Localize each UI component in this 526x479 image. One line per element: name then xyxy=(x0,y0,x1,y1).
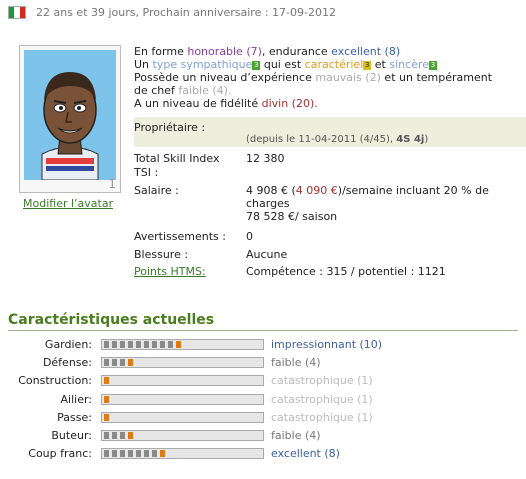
italy-flag-icon xyxy=(8,6,26,19)
avatar-frame: 1 xyxy=(19,45,121,193)
skill-bar-segment xyxy=(104,413,109,421)
skill-bar-segment xyxy=(152,341,157,348)
skill-bar-segment xyxy=(128,432,133,439)
caractere-value-link[interactable]: caractériel xyxy=(305,58,364,71)
injury-value: Aucune xyxy=(246,248,288,261)
skill-bar xyxy=(101,357,264,369)
skill-bar xyxy=(101,393,264,405)
skill-bar-segment xyxy=(128,341,133,348)
skill-bar-segment xyxy=(152,450,157,458)
skill-level-link[interactable]: impressionnant (10) xyxy=(271,338,382,351)
skill-bar xyxy=(101,430,264,441)
skill-bar-segment xyxy=(144,450,149,458)
skill-name: Passe: xyxy=(57,410,92,424)
owner-block: Propriétaire : (depuis le 11-04-2011 (4/… xyxy=(134,117,526,147)
htms-value: Compétence : 315 / potentiel : 1121 xyxy=(246,265,446,278)
skill-bar-segment xyxy=(136,450,141,458)
skill-name: Défense: xyxy=(42,356,92,370)
skill-bar-segment xyxy=(176,341,181,348)
skill-level-link[interactable]: faible (4) xyxy=(271,356,321,369)
skill-bar xyxy=(101,411,264,423)
fidelity-line: A un niveau de fidélité divin (20). xyxy=(134,97,318,110)
experience-value-link[interactable]: mauvais xyxy=(315,71,361,84)
age-text: 22 ans et 39 jours, Prochain anniversair… xyxy=(36,6,336,19)
leadership-value-link[interactable]: faible xyxy=(178,84,208,97)
experience-line: Possède un niveau d’expérience mauvais (… xyxy=(134,71,493,84)
edit-avatar-link[interactable]: Modifier l’avatar xyxy=(23,197,113,210)
leadership-line: de chef faible (4). xyxy=(134,84,232,97)
fidelity-value-link[interactable]: divin xyxy=(262,97,289,110)
skill-bar-segment xyxy=(104,432,109,439)
tsi-short-label: TSI : xyxy=(134,166,159,179)
htms-points-link[interactable]: Points HTMS: xyxy=(134,265,206,278)
skill-bar-segment xyxy=(120,450,125,458)
skill-bar-segment xyxy=(144,341,149,348)
skill-bar-segment xyxy=(104,359,109,367)
owner-label: Propriétaire : xyxy=(134,121,206,134)
skill-level-link[interactable]: catastrophique (1) xyxy=(271,411,373,424)
salary-label: Salaire : xyxy=(134,184,179,197)
type-value-link[interactable]: type sympathique xyxy=(153,58,253,71)
skill-bar-segment xyxy=(112,359,117,367)
skill-bar xyxy=(101,375,264,387)
personality-line: Un type sympathique 3 qui est caractériel… xyxy=(134,58,437,71)
skill-bar-segment xyxy=(136,341,141,348)
skill-bar-segment xyxy=(104,395,109,403)
skill-level-link[interactable]: excellent (8) xyxy=(271,447,340,460)
sincere-value-link[interactable]: sincère xyxy=(389,58,429,71)
tsi-value: 12 380 xyxy=(246,152,285,165)
avatar xyxy=(24,50,116,180)
warnings-value: 0 xyxy=(246,230,253,243)
skill-bar-segment xyxy=(112,341,117,348)
skill-bar-segment xyxy=(104,377,109,385)
skill-bar-segment xyxy=(120,359,125,367)
skill-bar-segment xyxy=(112,450,117,458)
skill-name: Buteur: xyxy=(51,429,92,442)
skill-bar-segment xyxy=(120,432,125,439)
warnings-label: Avertissements : xyxy=(134,230,226,243)
skill-bar-segment xyxy=(128,359,133,367)
skill-bar-segment xyxy=(168,341,173,348)
caractere-level-badge: 3 xyxy=(363,61,372,70)
skill-bar-segment xyxy=(112,432,117,439)
age-line: 22 ans et 39 jours, Prochain anniversair… xyxy=(8,6,336,19)
skill-bar xyxy=(101,339,264,350)
skill-name: Coup franc: xyxy=(28,447,92,461)
skill-level-link[interactable]: catastrophique (1) xyxy=(271,374,373,387)
skill-bar xyxy=(101,448,264,460)
skill-level-link[interactable]: faible (4) xyxy=(271,429,321,442)
tsi-label: Total Skill Index xyxy=(134,152,220,165)
skill-bar-segment xyxy=(160,450,165,458)
skill-bar-segment xyxy=(160,341,165,348)
skill-name: Construction: xyxy=(18,374,92,388)
skill-bar-segment xyxy=(104,341,109,348)
skills-section-title: Caractéristiques actuelles xyxy=(8,312,215,328)
sincere-level-badge: 3 xyxy=(428,61,437,70)
skill-bar-segment xyxy=(104,450,109,458)
player-description: En forme honorable (7), endurance excell… xyxy=(134,45,520,110)
section-divider xyxy=(8,330,518,331)
injury-label: Blessure : xyxy=(134,248,189,261)
type-level-badge: 3 xyxy=(252,61,261,70)
player-avatar-image xyxy=(24,50,116,180)
skill-bar-segment xyxy=(120,341,125,348)
skill-bar-segment xyxy=(128,450,133,458)
skill-name: Ailier: xyxy=(60,392,93,406)
endurance-value-link[interactable]: excellent xyxy=(331,45,381,58)
owner-since: (depuis le 11-04-2011 (4/45), 4S 4j) xyxy=(246,134,429,145)
form-line: En forme honorable (7), endurance excell… xyxy=(134,45,401,58)
form-value-link[interactable]: honorable xyxy=(187,45,242,58)
skill-name: Gardien: xyxy=(44,338,92,351)
avatar-number: 1 xyxy=(108,177,116,191)
salary-value: 4 908 € (4 090 €)/semaine incluant 20 % … xyxy=(246,184,489,223)
skill-level-link[interactable]: catastrophique (1) xyxy=(271,393,373,406)
